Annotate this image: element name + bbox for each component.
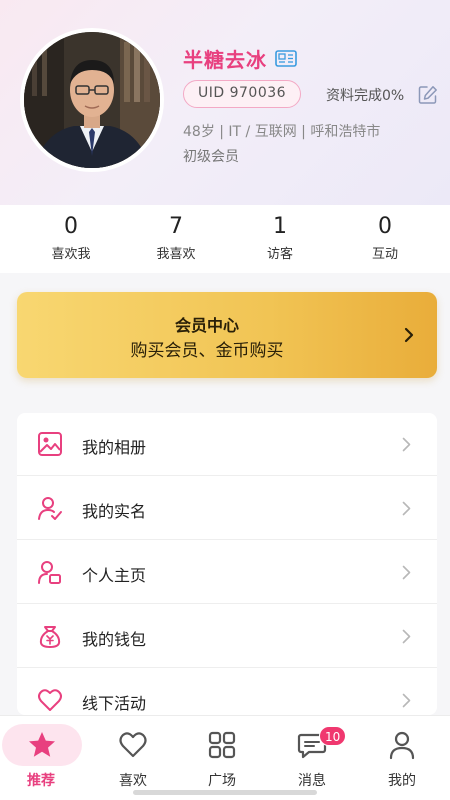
- tab-label: 广场: [208, 773, 236, 789]
- id-card-icon[interactable]: [275, 50, 297, 67]
- stat-i-like[interactable]: 7 我喜欢: [136, 213, 216, 262]
- profile-completion: 资料完成0%: [326, 88, 405, 104]
- vip-title: 会员中心: [174, 316, 239, 335]
- star-icon: [29, 732, 55, 757]
- chevron-right-icon: [402, 565, 411, 580]
- tab-label: 消息: [298, 773, 326, 789]
- chevron-right-icon: [402, 693, 411, 708]
- profile-header: 半糖去冰 UID 970036 资料完成0% 48岁 | IT / 互联网 | …: [0, 0, 450, 205]
- menu-item-realname[interactable]: 我的实名: [17, 477, 437, 540]
- user-check-icon: [38, 497, 62, 520]
- menu-list: 我的相册 我的实名 个人主页 我的钱包 线下活动: [17, 413, 437, 715]
- user-home-icon: [38, 561, 61, 584]
- person-icon: [389, 731, 415, 760]
- profile-info-line: 48岁 | IT / 互联网 | 呼和浩特市: [183, 124, 381, 140]
- stat-value: 7: [169, 214, 183, 239]
- tab-label: 推荐: [27, 773, 55, 789]
- grid-icon: [208, 731, 236, 759]
- menu-item-offline-events[interactable]: 线下活动: [17, 669, 437, 715]
- tab-label: 喜欢: [119, 773, 147, 789]
- menu-label: 我的相册: [82, 438, 147, 457]
- heart-icon: [38, 689, 62, 711]
- stat-visitors[interactable]: 1 访客: [240, 213, 320, 262]
- stat-label: 我喜欢: [156, 247, 196, 262]
- wallet-icon: [39, 626, 61, 649]
- chevron-right-icon: [404, 327, 414, 343]
- heart-icon: [119, 732, 147, 758]
- stats-bar: 0 喜欢我 7 我喜欢 1 访客 0 互动: [0, 205, 450, 273]
- chevron-right-icon: [402, 501, 411, 516]
- stat-value: 0: [64, 214, 78, 239]
- name-row: 半糖去冰: [183, 44, 297, 73]
- uid-badge[interactable]: UID 970036: [183, 80, 302, 108]
- chevron-right-icon: [402, 437, 411, 452]
- tab-mine[interactable]: 我的: [361, 716, 441, 800]
- stat-value: 1: [273, 214, 287, 239]
- stat-value: 0: [378, 214, 392, 239]
- edit-icon[interactable]: [418, 85, 438, 105]
- tab-recommend[interactable]: 推荐: [0, 716, 82, 800]
- menu-label: 我的实名: [82, 502, 147, 521]
- chevron-right-icon: [402, 629, 411, 644]
- tab-square[interactable]: 广场: [181, 716, 261, 800]
- bottom-tab-bar: 推荐 喜欢 广场 10 消息 我的: [0, 715, 450, 800]
- stat-label: 互动: [371, 247, 398, 262]
- avatar[interactable]: [20, 28, 164, 172]
- menu-label: 我的钱包: [82, 630, 147, 649]
- tab-messages[interactable]: 10 消息: [271, 716, 351, 800]
- member-level: 初级会员: [183, 149, 239, 165]
- home-indicator: [133, 790, 317, 795]
- stat-likes-me[interactable]: 0 喜欢我: [31, 213, 111, 262]
- avatar-photo: [24, 32, 160, 168]
- unread-badge: 10: [319, 726, 347, 746]
- menu-item-album[interactable]: 我的相册: [17, 413, 437, 476]
- menu-item-homepage[interactable]: 个人主页: [17, 541, 437, 604]
- stat-interactions[interactable]: 0 互动: [345, 213, 425, 262]
- menu-label: 个人主页: [82, 566, 147, 585]
- nickname: 半糖去冰: [183, 48, 267, 72]
- tab-likes[interactable]: 喜欢: [92, 716, 172, 800]
- vip-center-card[interactable]: 会员中心 购买会员、金币购买: [17, 292, 437, 378]
- tab-label: 我的: [388, 773, 416, 789]
- vip-subtitle: 购买会员、金币购买: [130, 341, 284, 361]
- image-icon: [38, 432, 62, 456]
- menu-label: 线下活动: [82, 694, 147, 713]
- stat-label: 访客: [266, 247, 293, 262]
- stat-label: 喜欢我: [51, 247, 91, 262]
- menu-item-wallet[interactable]: 我的钱包: [17, 605, 437, 668]
